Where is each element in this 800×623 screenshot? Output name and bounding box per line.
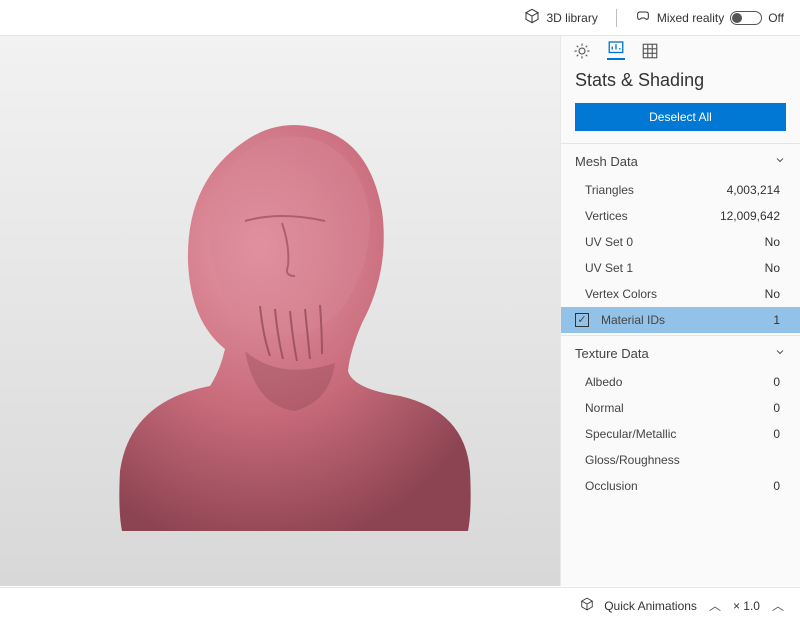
tab-lighting[interactable] <box>573 42 591 60</box>
mesh-value: No <box>765 235 780 249</box>
tex-row-gloss[interactable]: Gloss/Roughness <box>561 447 800 473</box>
tex-label: Normal <box>585 401 624 415</box>
model-bust-icon <box>70 71 490 551</box>
mesh-label: Material IDs <box>601 313 665 327</box>
tex-value: 0 <box>773 401 780 415</box>
mesh-row-uv1[interactable]: UV Set 1 No <box>561 255 800 281</box>
tex-label: Albedo <box>585 375 622 389</box>
checkbox-checked-icon <box>575 313 589 327</box>
mesh-row-triangles[interactable]: Triangles 4,003,214 <box>561 177 800 203</box>
cube-icon <box>524 8 540 27</box>
tex-value: 0 <box>773 375 780 389</box>
bottom-toolbar: Quick Animations ︿ × 1.0 ︿ <box>0 587 800 623</box>
section-mesh-title: Mesh Data <box>575 154 638 169</box>
mesh-value: 4,003,214 <box>727 183 780 197</box>
tex-label: Gloss/Roughness <box>585 453 680 467</box>
section-mesh-data[interactable]: Mesh Data <box>561 146 800 177</box>
quick-animations-button[interactable]: Quick Animations <box>604 599 697 613</box>
properties-sidebar: Stats & Shading Deselect All Mesh Data T… <box>560 36 800 586</box>
mesh-label: UV Set 0 <box>585 235 633 249</box>
mesh-label: UV Set 1 <box>585 261 633 275</box>
mesh-row-material-ids[interactable]: Material IDs 1 <box>561 307 800 333</box>
mixed-reality-label: Mixed reality <box>657 11 724 25</box>
mesh-label: Triangles <box>585 183 634 197</box>
mesh-value: No <box>765 261 780 275</box>
tab-stats[interactable] <box>607 42 625 60</box>
tex-value: 0 <box>773 479 780 493</box>
tab-grid[interactable] <box>641 42 659 60</box>
mixed-reality-state: Off <box>768 11 784 25</box>
mesh-value: 12,009,642 <box>720 209 780 223</box>
tex-row-specular[interactable]: Specular/Metallic 0 <box>561 421 800 447</box>
mixed-reality-toggle[interactable]: Mixed reality Off <box>635 8 784 27</box>
3d-library-label: 3D library <box>546 11 597 25</box>
headset-icon <box>635 8 651 27</box>
mesh-value: 1 <box>773 313 780 327</box>
tex-row-albedo[interactable]: Albedo 0 <box>561 369 800 395</box>
tex-value: 0 <box>773 427 780 441</box>
sidebar-tabs <box>561 36 800 60</box>
chevron-up-icon[interactable]: ︿ <box>707 597 723 614</box>
3d-library-button[interactable]: 3D library <box>524 8 597 27</box>
tex-row-normal[interactable]: Normal 0 <box>561 395 800 421</box>
section-texture-title: Texture Data <box>575 346 649 361</box>
deselect-all-button[interactable]: Deselect All <box>575 103 786 131</box>
toggle-switch[interactable] <box>730 11 762 25</box>
tex-label: Occlusion <box>585 479 638 493</box>
mesh-row-vertex-colors[interactable]: Vertex Colors No <box>561 281 800 307</box>
chevron-down-icon <box>774 154 786 169</box>
mesh-row-uv0[interactable]: UV Set 0 No <box>561 229 800 255</box>
section-texture-data[interactable]: Texture Data <box>561 338 800 369</box>
toolbar-divider <box>616 9 617 27</box>
panel-title: Stats & Shading <box>561 60 800 103</box>
mesh-row-vertices[interactable]: Vertices 12,009,642 <box>561 203 800 229</box>
top-toolbar: 3D library Mixed reality Off <box>0 0 800 36</box>
chevron-up-icon[interactable]: ︿ <box>770 597 786 614</box>
mesh-label: Vertex Colors <box>585 287 657 301</box>
tex-label: Specular/Metallic <box>585 427 676 441</box>
chevron-down-icon <box>774 346 786 361</box>
playback-speed[interactable]: × 1.0 <box>733 599 760 613</box>
cube-icon <box>580 597 594 614</box>
3d-viewport[interactable] <box>0 36 560 586</box>
mesh-label: Vertices <box>585 209 628 223</box>
tex-row-occlusion[interactable]: Occlusion 0 <box>561 473 800 499</box>
mesh-value: No <box>765 287 780 301</box>
